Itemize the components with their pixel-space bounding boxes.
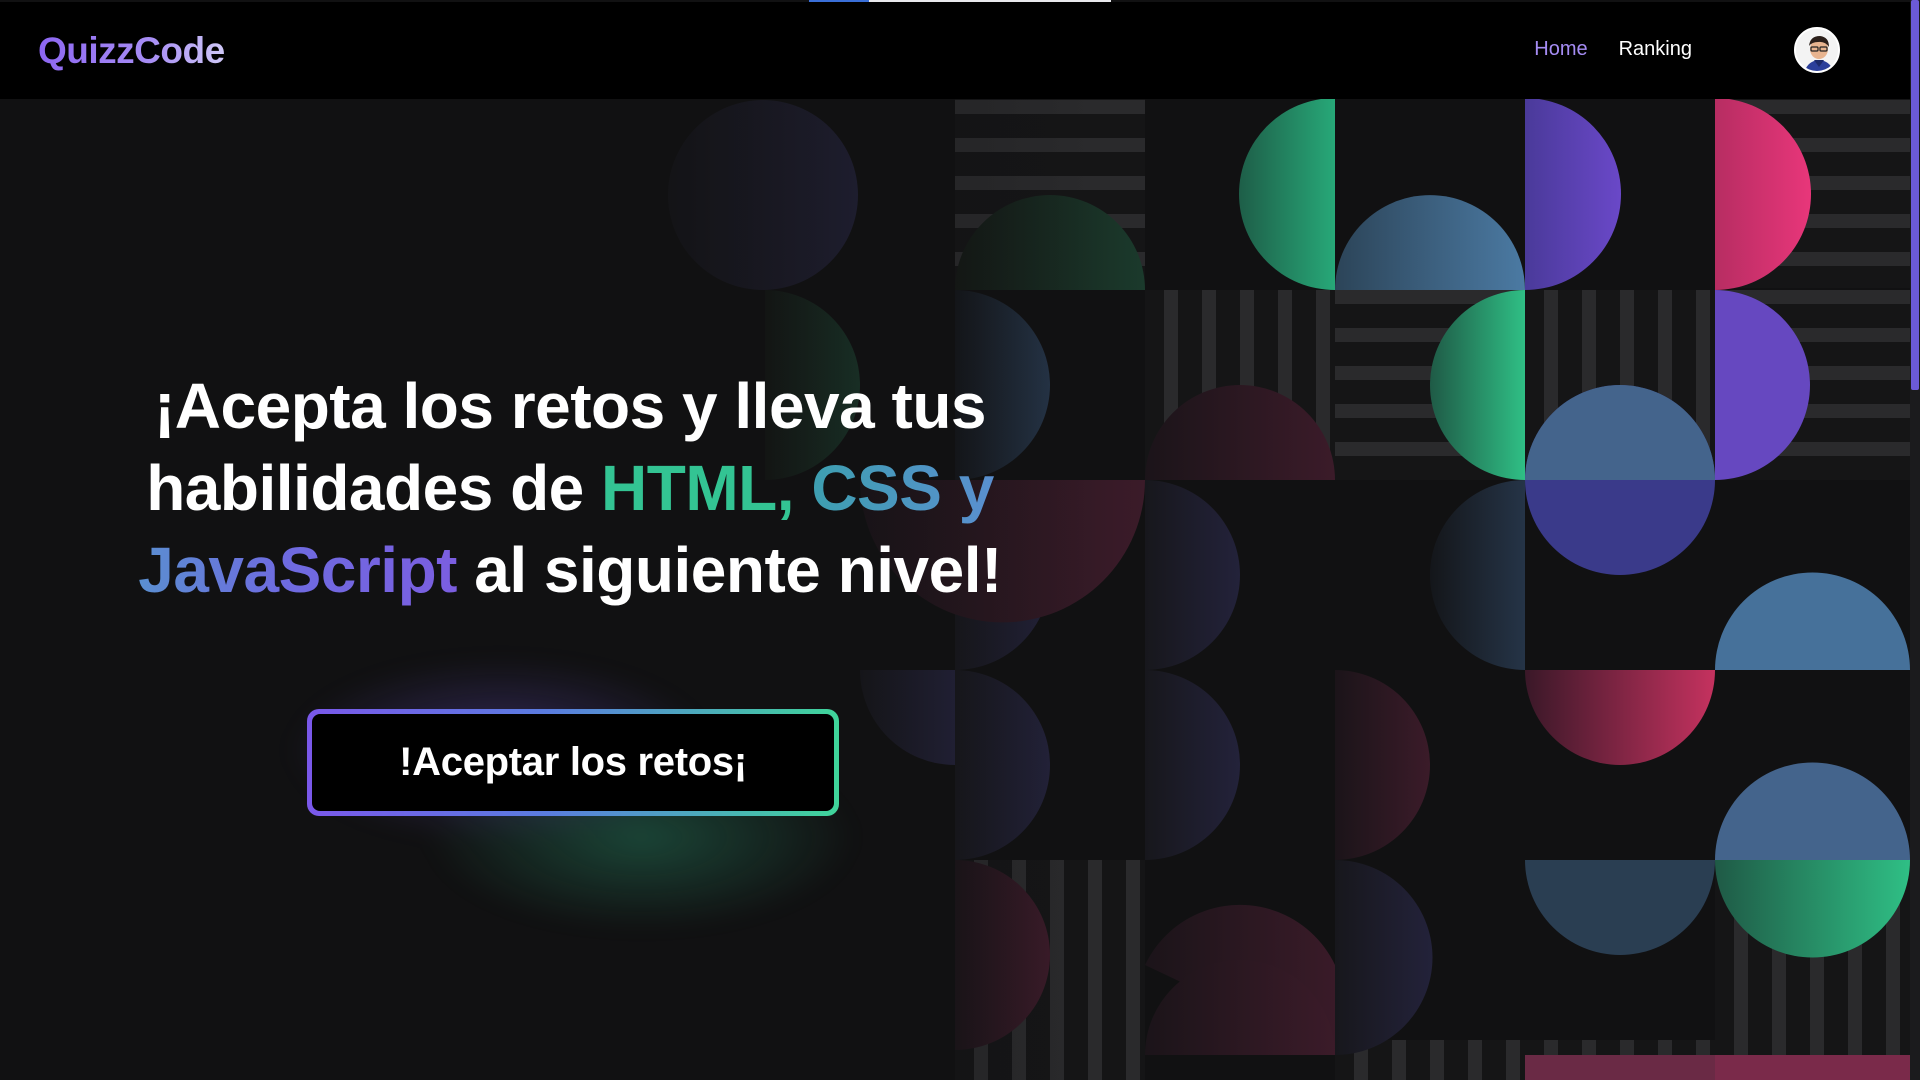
hero-title-javascript: JavaScript (138, 534, 457, 606)
scrollbar-thumb[interactable] (1911, 0, 1919, 390)
hero-title-html: HTML, (601, 452, 795, 524)
nav-link-ranking[interactable]: Ranking (1619, 38, 1692, 61)
hero-title-text-2: al siguiente nivel! (456, 534, 1002, 606)
hero-title-css: CSS y (811, 452, 994, 524)
landing-page: QuizzCode Home Ranking ¡Acepta los retos… (0, 0, 1920, 1080)
accept-challenges-label: !Aceptar los retos¡ (312, 714, 834, 811)
nav-link-home[interactable]: Home (1534, 38, 1587, 61)
page-loading-bar (809, 0, 1111, 2)
main-nav: Home Ranking (1534, 38, 1692, 61)
page-loading-bar-fill (809, 0, 869, 2)
avatar-illustration (1796, 29, 1838, 71)
top-navbar: QuizzCode Home Ranking (0, 2, 1910, 99)
site-logo[interactable]: QuizzCode (38, 30, 225, 72)
page-scrollbar[interactable] (1910, 0, 1920, 1080)
user-avatar-icon[interactable] (1794, 27, 1840, 73)
accept-challenges-button[interactable]: !Aceptar los retos¡ (307, 709, 839, 816)
hero-title: ¡Acepta los retos y lleva tus habilidade… (110, 365, 1030, 611)
